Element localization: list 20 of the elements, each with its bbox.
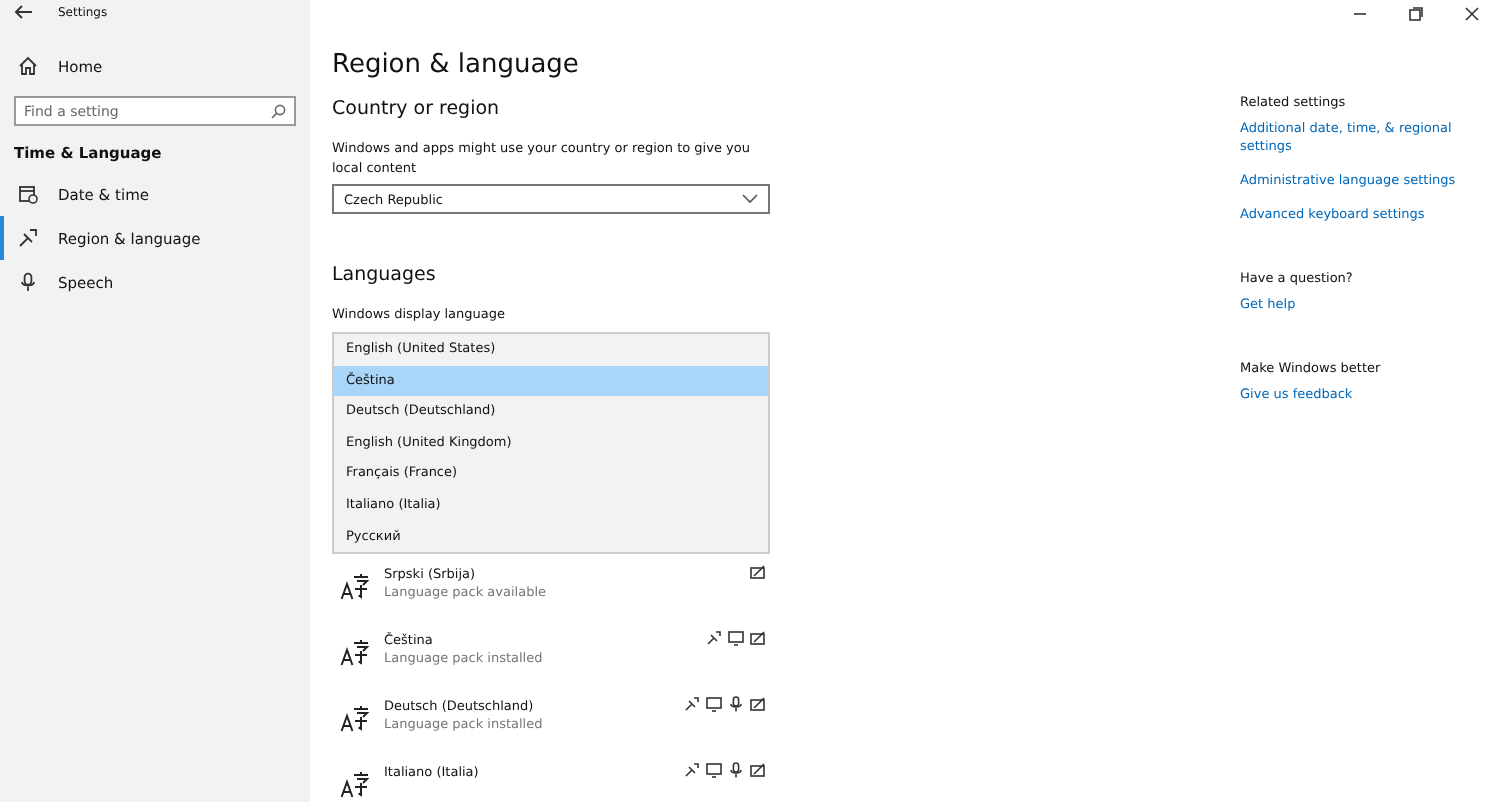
section-heading: Languages <box>332 262 438 290</box>
pen-box-icon <box>750 696 766 712</box>
pen-box-icon <box>750 564 766 580</box>
microphone-icon <box>728 696 744 712</box>
page-title: Region & language <box>332 48 581 84</box>
search-icon <box>270 104 286 120</box>
restore-icon[interactable] <box>1408 6 1424 22</box>
monitor-icon <box>706 696 722 712</box>
microphone-icon <box>18 272 38 292</box>
microphone-icon <box>728 762 744 778</box>
home-icon <box>18 56 38 76</box>
back-arrow-icon[interactable] <box>14 4 34 20</box>
chevron-down-icon <box>742 194 758 204</box>
section-heading: Country or region <box>332 96 502 124</box>
monitor-icon <box>706 762 722 778</box>
calendar-clock-icon <box>18 184 38 204</box>
pen-box-icon <box>750 630 766 646</box>
monitor-icon <box>728 630 744 646</box>
close-icon[interactable] <box>1464 6 1480 22</box>
pen-box-icon <box>750 762 766 778</box>
